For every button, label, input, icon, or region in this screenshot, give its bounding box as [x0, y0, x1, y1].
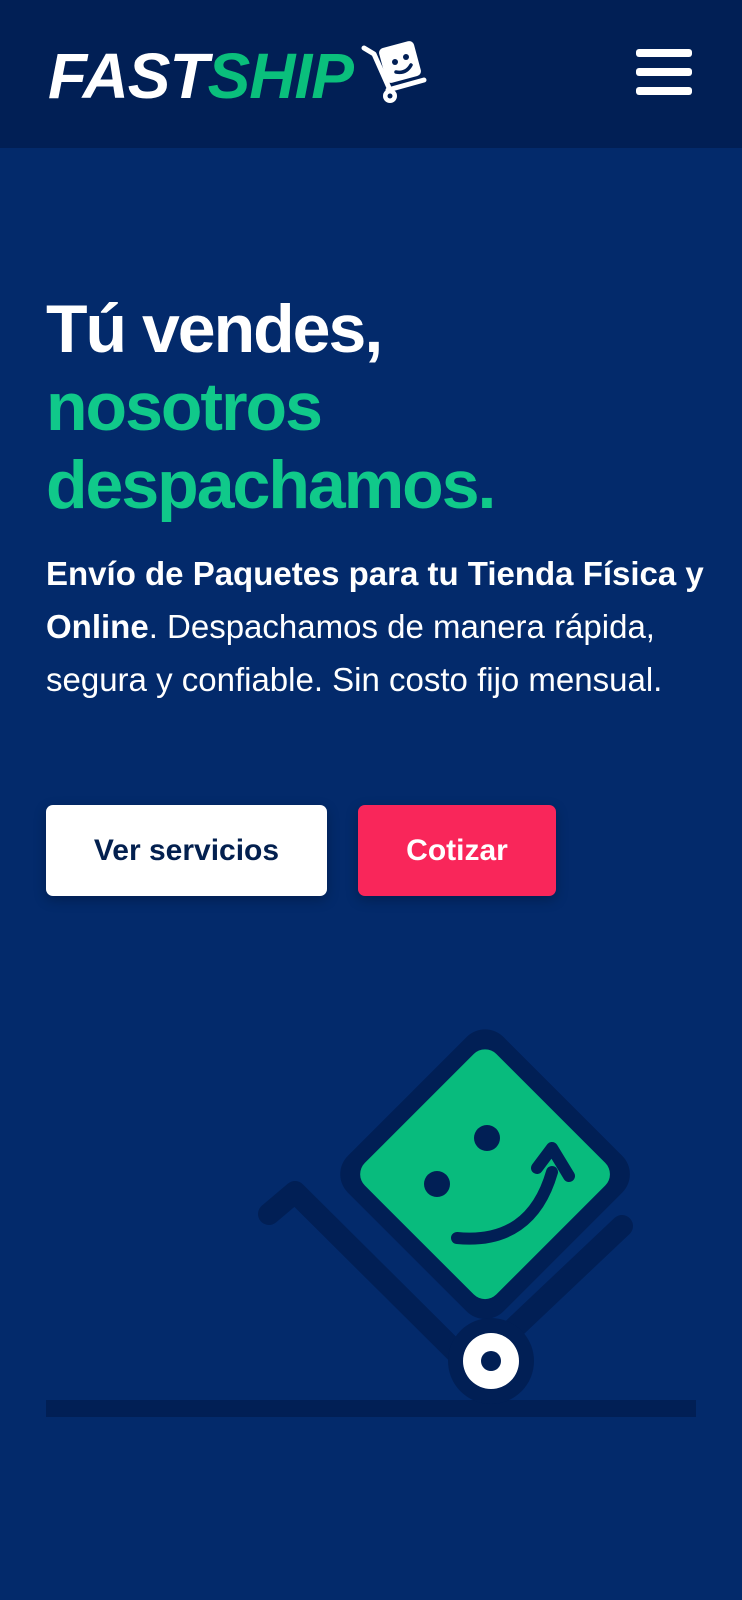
logo-text-fast: FAST [48, 40, 209, 112]
fastship-logo[interactable]: FASTSHIP [48, 38, 427, 112]
hero-title: Tú vendes, nosotros despachamos. [46, 290, 706, 524]
hamburger-menu-icon[interactable] [636, 46, 694, 98]
top-navbar: FASTSHIP [0, 0, 742, 148]
menu-bar [636, 87, 692, 95]
menu-bar [636, 68, 692, 76]
hero-title-line-2: nosotros [46, 369, 323, 445]
ground-line [46, 1400, 696, 1417]
logo-text-ship: SHIP [207, 40, 354, 112]
hero-description: Envío de Paquetes para tu Tienda Física … [46, 547, 706, 706]
box-eye [474, 1125, 500, 1151]
hero-title-line-3: despachamos. [46, 447, 496, 523]
logo-wordmark: FASTSHIP [48, 38, 354, 114]
box-eye [424, 1171, 450, 1197]
cotizar-button[interactable]: Cotizar [358, 805, 556, 896]
hero-title-line-1: Tú vendes, [46, 291, 383, 367]
wheel-hub [481, 1351, 501, 1371]
ver-servicios-button[interactable]: Ver servicios [46, 805, 327, 896]
menu-bar [636, 49, 692, 57]
smiley-box-cart-icon [361, 41, 427, 103]
smiley-package-hand-truck [46, 1029, 696, 1417]
